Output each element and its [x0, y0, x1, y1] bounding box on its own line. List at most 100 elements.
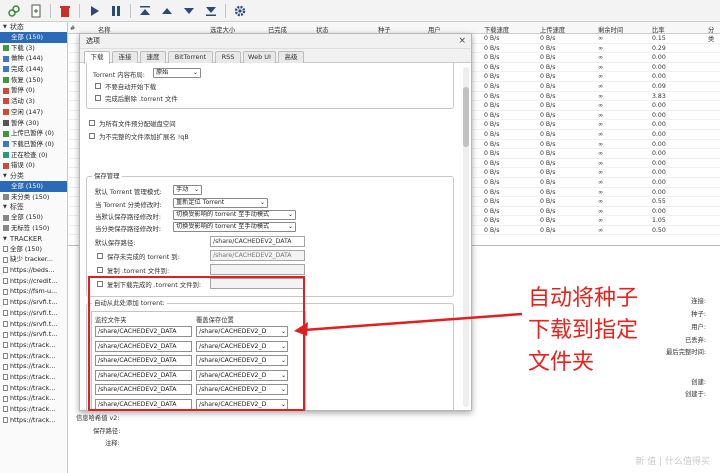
add-torrent-file-icon[interactable] [28, 3, 44, 19]
table-cell-dl: 0 B/s [484, 82, 500, 90]
column-header[interactable]: 下载速度 [484, 25, 509, 34]
dialog-scrollbar[interactable] [463, 67, 469, 407]
tracker-page-icon [3, 331, 8, 338]
copy-torrent-checkbox[interactable] [97, 267, 103, 273]
sidebar-item[interactable]: 暂停 (30) [0, 118, 67, 129]
sidebar-item-label: 上传已暂停 (0) [11, 129, 55, 138]
sidebar-section-header[interactable]: ▼ 标签 [0, 202, 67, 212]
column-header[interactable]: # [70, 25, 75, 32]
sidebar-item[interactable]: 错误 (0) [0, 160, 67, 171]
keep-incomplete-checkbox[interactable] [97, 253, 103, 259]
table-cell-eta: ∞ [598, 207, 604, 215]
sidebar-item[interactable]: 完成 (144) [0, 64, 67, 75]
tab-connection[interactable]: 连接 [112, 51, 138, 63]
table-cell-ratio: 0.00 [652, 102, 666, 110]
column-header[interactable]: 上传速度 [540, 25, 565, 34]
tab-speed[interactable]: 速度 [140, 51, 166, 63]
prop-peers-label: 用户: [691, 324, 706, 331]
close-icon[interactable]: × [458, 34, 466, 49]
sidebar-item[interactable]: https://track... [0, 351, 67, 362]
table-cell-eta: ∞ [598, 226, 604, 234]
resume-icon[interactable] [86, 3, 102, 19]
content-layout-select[interactable]: 原始 ⌄ [153, 68, 201, 78]
tab-rss[interactable]: RSS [215, 51, 241, 63]
column-header[interactable]: 剩余时间 [598, 25, 623, 34]
status-filter-icon [3, 141, 9, 148]
sidebar-item[interactable]: https://track... [0, 361, 67, 372]
sidebar-item[interactable]: https://track... [0, 383, 67, 394]
sidebar-item[interactable]: 做种 (144) [0, 53, 67, 64]
tab-advanced[interactable]: 高级 [278, 51, 304, 63]
table-cell-eta: ∞ [598, 63, 604, 71]
sidebar-section-header[interactable]: ▼ 分类 [0, 171, 67, 181]
tracker-page-icon [3, 384, 8, 391]
sidebar-item[interactable]: https://track... [0, 415, 67, 426]
settings-gear-icon[interactable] [232, 3, 248, 19]
table-cell-ratio: 0.00 [652, 140, 666, 148]
add-torrent-link-icon[interactable] [6, 3, 22, 19]
sidebar-section-header[interactable]: ▼ 状态 [0, 22, 67, 32]
sidebar-item[interactable]: https://track... [0, 340, 67, 351]
default-save-path-input[interactable]: /share/CACHEDEV2_DATA [210, 236, 305, 247]
sidebar-item[interactable]: 下载已暂停 (0) [0, 139, 67, 150]
category-changed-select[interactable]: 重新定位 Torrent ⌄ [173, 198, 268, 208]
delete-after-checkbox[interactable] [95, 95, 101, 101]
sidebar-item[interactable]: 全部 (150) [0, 244, 67, 255]
delete-icon[interactable] [57, 3, 73, 19]
default-path-changed-select[interactable]: 切换受影响的 torrent 至手动模式 ⌄ [173, 210, 296, 220]
category-path-changed-select[interactable]: 切换受影响的 torrent 至手动模式 ⌄ [173, 222, 296, 232]
sidebar-section-title: TRACKER [9, 234, 43, 243]
sidebar-item[interactable]: 全部 (150) [0, 180, 67, 192]
content-layout-label: Torrent 内容布局: [93, 71, 145, 79]
sidebar-item-label: 做种 (144) [11, 54, 43, 63]
pause-icon[interactable] [108, 3, 124, 19]
move-up-icon[interactable] [159, 3, 175, 19]
sidebar-item[interactable]: https://track... [0, 372, 67, 383]
sidebar-item[interactable]: 未分类 (150) [0, 192, 67, 203]
tab-webui[interactable]: Web UI [243, 51, 276, 63]
sidebar-item[interactable]: 活动 (3) [0, 96, 67, 107]
sidebar-item[interactable]: https://track... [0, 393, 67, 404]
sidebar-item[interactable]: 上传已暂停 (0) [0, 128, 67, 139]
sidebar-item[interactable]: 空闲 (147) [0, 107, 67, 118]
sidebar-item[interactable]: 暂停 (0) [0, 85, 67, 96]
sidebar-item[interactable]: https://beds... [0, 265, 67, 276]
sidebar-item-label: https://credit... [10, 276, 58, 285]
sidebar-item[interactable]: https://srvfi.t... [0, 308, 67, 319]
mgmt-mode-select[interactable]: 手动 ⌄ [173, 185, 202, 195]
move-top-icon[interactable] [137, 3, 153, 19]
sidebar-item[interactable]: 下载 (3) [0, 43, 67, 54]
sidebar-item[interactable]: 缺少 tracker... [0, 254, 67, 265]
column-header[interactable]: 比率 [652, 25, 665, 34]
table-cell-eta: ∞ [598, 140, 604, 148]
sidebar-item[interactable]: https://fsm-u... [0, 286, 67, 297]
dialog-scroll-thumb[interactable] [463, 87, 469, 147]
prealloc-checkbox[interactable] [89, 120, 95, 126]
sidebar-item[interactable]: https://track... [0, 404, 67, 415]
append-ext-checkbox[interactable] [89, 133, 95, 139]
mgmt-mode-label: 默认 Torrent 管理模式: [95, 188, 162, 196]
table-cell-ul: 0 B/s [540, 159, 556, 167]
sidebar-item[interactable]: https://srvfi.t... [0, 297, 67, 308]
move-down-icon[interactable] [181, 3, 197, 19]
no-autostart-checkbox[interactable] [95, 83, 101, 89]
sidebar-item[interactable]: 正在检查 (0) [0, 150, 67, 161]
sidebar-item[interactable]: https://credit... [0, 276, 67, 287]
move-bottom-icon[interactable] [203, 3, 219, 19]
sidebar-item[interactable]: 恢复 (150) [0, 75, 67, 86]
sidebar-item[interactable]: https://srvfi.t... [0, 319, 67, 330]
prop-comment-label: 注释: [105, 440, 120, 447]
sidebar-item[interactable]: 无标签 (150) [0, 223, 67, 234]
keep-incomplete-input[interactable]: /share/CACHEDEV2_DATA [210, 250, 305, 261]
table-cell-eta: ∞ [598, 111, 604, 119]
chevron-down-icon: ⌄ [193, 186, 199, 193]
table-cell-ul: 0 B/s [540, 35, 556, 42]
tab-bittorrent[interactable]: BitTorrent [168, 51, 213, 63]
sidebar-item[interactable]: https://srvfi.t... [0, 329, 67, 340]
table-cell-eta: ∞ [598, 198, 604, 206]
sidebar-item[interactable]: 全部 (150) [0, 32, 67, 43]
sidebar-section-header[interactable]: ▼ TRACKER [0, 234, 67, 244]
sidebar-item[interactable]: 全部 (150) [0, 212, 67, 223]
copy-torrent-input[interactable] [210, 264, 305, 275]
append-ext-label: 为不完整的文件添加扩展名 !qB [99, 133, 189, 141]
